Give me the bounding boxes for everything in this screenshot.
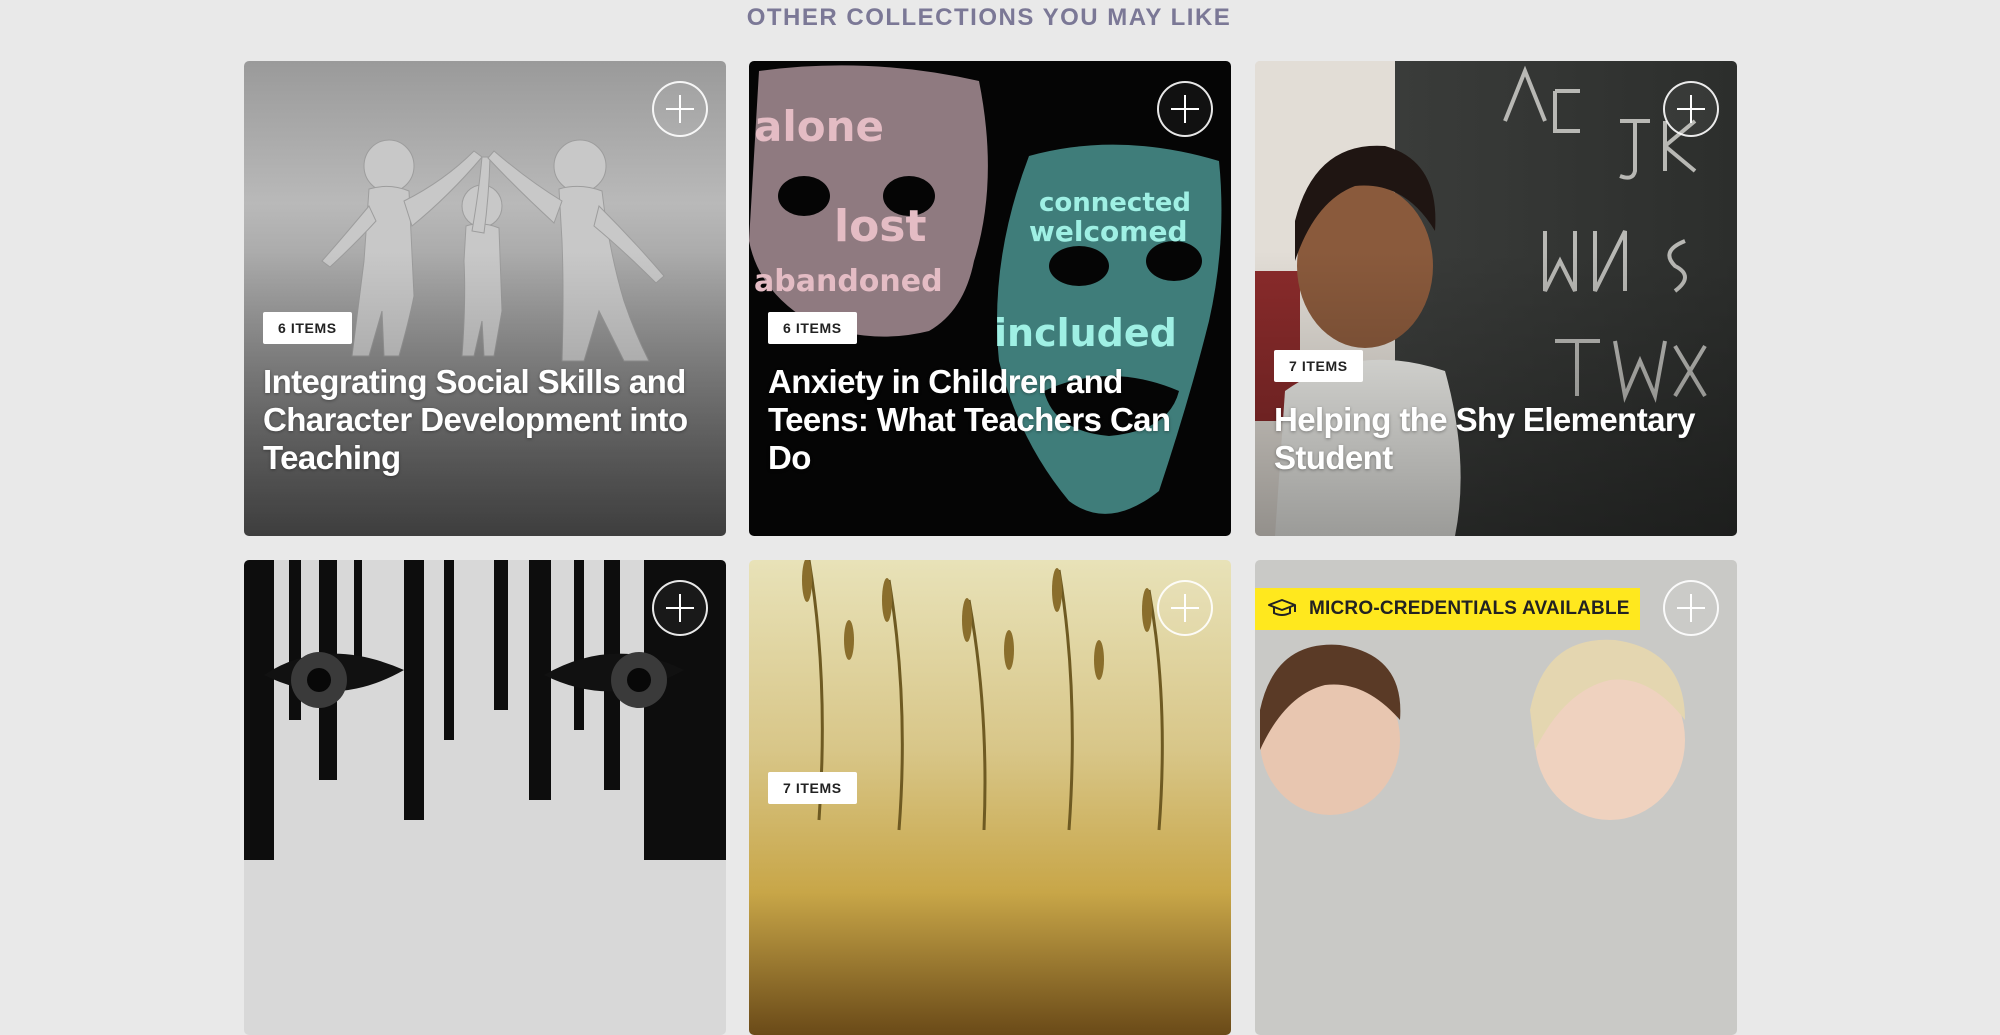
svg-text:included: included — [994, 311, 1177, 355]
add-to-collection-button[interactable] — [1663, 580, 1719, 636]
collection-card-eyes[interactable] — [244, 560, 726, 1035]
svg-text:abandoned: abandoned — [754, 264, 943, 299]
items-count-badge: 6 ITEMS — [768, 312, 857, 344]
svg-text:alone: alone — [754, 102, 884, 151]
items-count-badge: 7 ITEMS — [1274, 350, 1363, 382]
items-count-badge: 7 ITEMS — [768, 772, 857, 804]
svg-text:connected: connected — [1039, 188, 1191, 218]
graduation-cap-icon — [1268, 599, 1296, 616]
items-count-badge: 6 ITEMS — [263, 312, 352, 344]
add-to-collection-button[interactable] — [1157, 81, 1213, 137]
collection-card-anxiety[interactable]: alone lost abandoned connected welcomed … — [749, 61, 1231, 536]
laughing-boys-image — [1255, 560, 1737, 1035]
svg-text:lost: lost — [834, 201, 927, 252]
micro-credentials-label: MICRO-CREDENTIALS AVAILABLE — [1309, 598, 1630, 619]
collection-card-social-skills[interactable]: 6 ITEMS Integrating Social Skills and Ch… — [244, 61, 726, 536]
add-to-collection-button[interactable] — [652, 81, 708, 137]
collection-card-grass[interactable]: 7 ITEMS — [749, 560, 1231, 1035]
add-to-collection-button[interactable] — [1663, 81, 1719, 137]
card-title[interactable]: Integrating Social Skills and Character … — [263, 363, 708, 477]
collection-card-shy-student[interactable]: 7 ITEMS Helping the Shy Elementary Stude… — [1255, 61, 1737, 536]
svg-text:welcomed: welcomed — [1029, 215, 1188, 248]
add-to-collection-button[interactable] — [652, 580, 708, 636]
collection-card-micro-credentials[interactable]: MICRO-CREDENTIALS AVAILABLE — [1255, 560, 1737, 1035]
card-title[interactable]: Helping the Shy Elementary Student — [1274, 401, 1719, 477]
eyes-behind-bars-image — [244, 560, 726, 1035]
add-to-collection-button[interactable] — [1157, 580, 1213, 636]
card-title[interactable]: Anxiety in Children and Teens: What Teac… — [768, 363, 1213, 477]
micro-credentials-badge: MICRO-CREDENTIALS AVAILABLE — [1255, 588, 1640, 630]
collections-grid: 6 ITEMS Integrating Social Skills and Ch… — [0, 0, 2000, 1035]
